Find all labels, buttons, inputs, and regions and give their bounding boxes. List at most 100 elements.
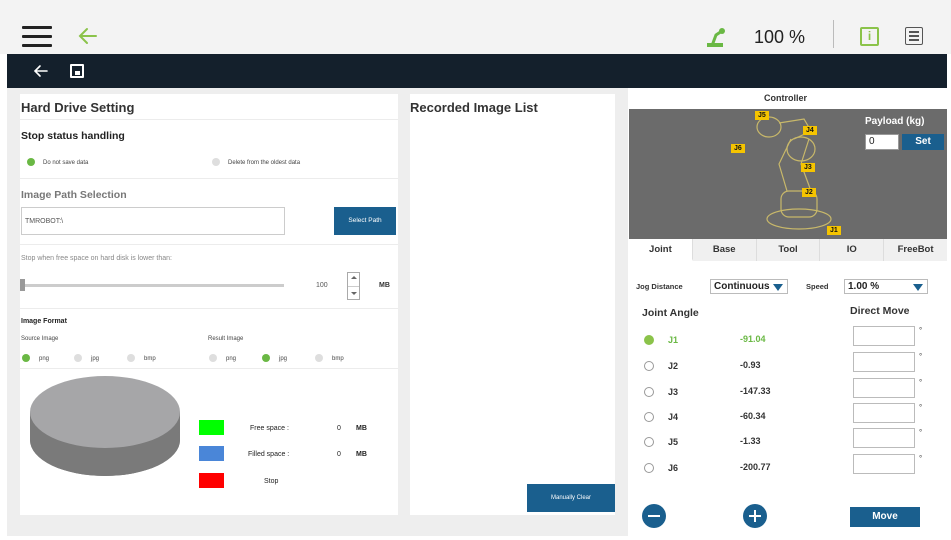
set-payload-button[interactable]: Set [902,134,944,150]
minus-icon[interactable] [642,504,666,528]
stop-legend-label: Stop [264,478,279,485]
joint-radio-j3[interactable] [644,387,654,397]
joint-angle-value: -91.04 [740,334,766,344]
joint-radio-j5[interactable] [644,437,654,447]
manually-clear-button[interactable]: Manually Clear [527,484,615,512]
result-image-label: Result Image [208,336,244,342]
plus-icon[interactable] [743,504,767,528]
recorded-image-list-card [410,94,615,515]
back-arrow-icon[interactable] [76,24,100,48]
direct-move-input-j3[interactable] [853,378,915,398]
tab-tool[interactable]: Tool [757,239,821,261]
filled-space-legend-value: 0 [337,451,341,458]
radio-label: jpg [91,356,100,362]
radio-label: bmp [332,356,344,362]
info-icon[interactable]: i [860,27,879,46]
divider [20,308,398,309]
radio-delete-oldest[interactable] [212,158,220,166]
radio-label: png [39,356,50,362]
save-icon[interactable] [70,64,84,78]
free-space-swatch [199,420,224,435]
joint-angle-value: -147.33 [740,386,771,396]
direct-move-input-j6[interactable] [853,454,915,474]
jog-distance-select[interactable]: Continuous [710,279,788,294]
direct-move-input-j4[interactable] [853,403,915,423]
degree-symbol: ° [919,326,923,335]
joint-tag-j6: J6 [731,144,745,153]
radio-label: Do not save data [43,160,89,166]
payload-input[interactable]: 0 [865,134,899,150]
speed-select[interactable]: 1.00 % [844,279,928,294]
stepper-down-icon[interactable] [351,292,357,295]
divider [20,119,398,120]
free-space-legend-unit: MB [356,425,367,432]
radio-do-not-save[interactable] [27,158,35,166]
result-jpg-radio[interactable] [262,354,270,362]
filled-space-legend-unit: MB [356,451,367,458]
back-arrow-icon[interactable] [32,62,50,80]
joint-radio-j1[interactable] [644,335,654,345]
robot-arm-icon[interactable] [704,26,728,48]
joint-tag-j5: J5 [755,111,769,120]
radio-label: png [226,356,237,362]
hamburger-menu-icon[interactable] [22,26,52,48]
disk-usage-pie [30,376,180,476]
stop-status-heading: Stop status handling [21,130,125,142]
source-bmp-radio[interactable] [127,354,135,362]
radio-label: Delete from the oldest data [228,160,301,166]
joint-tag-j1: J1 [827,226,841,235]
jog-distance-value: Continuous [714,281,770,292]
joint-tag-j4: J4 [803,126,817,135]
source-jpg-radio[interactable] [74,354,82,362]
direct-move-input-j1[interactable] [853,326,915,346]
image-path-input[interactable]: TMROBOT:\ [21,207,285,235]
top-bar [0,0,951,54]
robot-arm-outline [756,116,832,230]
joint-angle-value: -60.34 [740,411,766,421]
direct-move-heading: Direct Move [850,305,910,317]
divider [20,178,398,179]
jog-distance-label: Jog Distance [636,282,683,291]
result-bmp-radio[interactable] [315,354,323,362]
joint-angle-heading: Joint Angle [642,307,699,319]
free-space-unit: MB [379,282,390,289]
joint-name: J6 [668,463,679,473]
joint-radio-j6[interactable] [644,463,654,473]
free-space-stepper[interactable] [347,272,360,300]
free-space-slider-track[interactable] [21,284,284,287]
tab-freebot[interactable]: FreeBot [884,239,947,261]
divider [20,244,398,245]
joint-radio-j2[interactable] [644,361,654,371]
image-format-heading: Image Format [21,318,67,325]
move-button[interactable]: Move [850,507,920,527]
divider [833,20,834,48]
image-path-heading: Image Path Selection [21,189,127,201]
result-png-radio[interactable] [209,354,217,362]
joint-tag-j3: J3 [801,163,815,172]
speed-label: Speed [806,282,829,291]
degree-symbol: ° [919,403,923,412]
radio-label: jpg [279,356,288,362]
panel-icon[interactable] [905,27,923,45]
free-space-slider-handle[interactable] [20,279,25,291]
joint-name: J4 [668,412,679,422]
source-png-radio[interactable] [22,354,30,362]
tab-base[interactable]: Base [693,239,757,261]
joint-angle-value: -0.93 [740,360,761,370]
direct-move-input-j5[interactable] [853,428,915,448]
direct-move-input-j2[interactable] [853,352,915,372]
recorded-image-list-title: Recorded Image List [410,100,538,115]
chevron-down-icon [913,284,923,291]
select-path-button[interactable]: Select Path [334,207,396,235]
joint-radio-j4[interactable] [644,412,654,422]
joint-name: J3 [668,387,679,397]
degree-symbol: ° [919,428,923,437]
tab-joint[interactable]: Joint [629,239,693,261]
joint-tag-j2: J2 [802,188,816,197]
tab-io[interactable]: IO [820,239,885,261]
joint-angle-value: -200.77 [740,462,771,472]
stepper-up-icon[interactable] [351,276,357,279]
degree-symbol: ° [919,454,923,463]
speed-percentage: 100 % [754,27,806,47]
speed-value: 1.00 % [848,281,880,292]
